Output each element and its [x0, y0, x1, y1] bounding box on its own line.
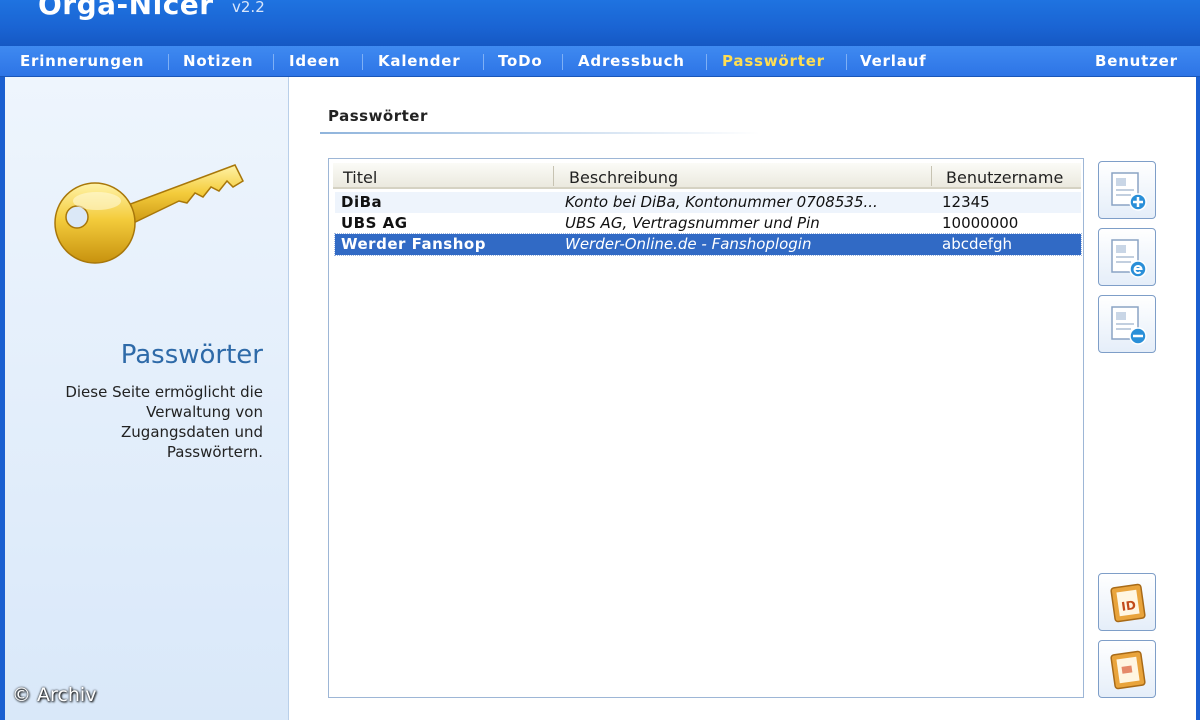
remove-entry-button[interactable]: [1098, 295, 1156, 353]
column-header-titel[interactable]: Titel: [343, 168, 377, 187]
cell-title: Werder Fanshop: [341, 235, 486, 253]
copyright-watermark: © Archiv: [12, 684, 97, 706]
add-entry-button[interactable]: [1098, 161, 1156, 219]
main-navigation: Erinnerungen Notizen Ideen Kalender ToDo…: [0, 46, 1200, 77]
cell-description: Konto bei DiBa, Kontonummer 0708535...: [565, 193, 878, 211]
add-entry-icon: [1111, 172, 1147, 211]
nav-item-verlauf[interactable]: Verlauf: [860, 52, 926, 70]
password-list[interactable]: Titel Beschreibung Benutzername DiBa Kon…: [328, 158, 1084, 698]
cell-title: DiBa: [341, 193, 383, 211]
cell-title: UBS AG: [341, 214, 408, 232]
nav-item-ideen[interactable]: Ideen: [289, 52, 340, 70]
cell-username: 12345: [942, 193, 990, 211]
cell-username: 10000000: [942, 214, 1019, 232]
list-row[interactable]: DiBa Konto bei DiBa, Kontonummer 0708535…: [335, 192, 1081, 213]
window-frame-right: [1196, 77, 1200, 720]
nav-item-passwoerter[interactable]: Passwörter: [722, 52, 825, 70]
title-divider: [320, 132, 760, 134]
id-badge-text: ID: [1121, 598, 1137, 614]
column-divider[interactable]: [553, 166, 554, 186]
id-card-icon: ID: [1110, 583, 1146, 623]
remove-entry-icon: [1111, 306, 1147, 345]
image-card-button[interactable]: [1098, 640, 1156, 698]
list-header: Titel Beschreibung Benutzername: [333, 163, 1081, 189]
column-header-benutzername[interactable]: Benutzername: [946, 168, 1063, 187]
cell-description: Werder-Online.de - Fanshoplogin: [565, 235, 812, 253]
cell-username: abcdefgh: [942, 235, 1013, 253]
id-card-button[interactable]: ID: [1098, 573, 1156, 631]
list-row[interactable]: UBS AG UBS AG, Vertragsnummer und Pin 10…: [335, 213, 1081, 234]
nav-separator: [362, 54, 363, 70]
column-divider[interactable]: [931, 166, 932, 186]
app-version: v2.2: [232, 0, 265, 16]
nav-separator: [483, 54, 484, 70]
cell-description: UBS AG, Vertragsnummer und Pin: [565, 214, 820, 232]
image-card-icon: [1110, 650, 1146, 690]
edit-entry-icon: [1111, 239, 1147, 278]
key-icon: [54, 164, 244, 264]
sidebar: Passwörter Diese Seite ermöglicht die Ve…: [5, 77, 289, 720]
page-title: Passwörter: [328, 107, 428, 125]
nav-item-benutzer[interactable]: Benutzer: [1095, 52, 1178, 70]
nav-item-erinnerungen[interactable]: Erinnerungen: [20, 52, 144, 70]
column-header-beschreibung[interactable]: Beschreibung: [569, 168, 678, 187]
nav-separator: [846, 54, 847, 70]
nav-item-todo[interactable]: ToDo: [498, 52, 543, 70]
sidebar-description: Diese Seite ermöglicht die Verwaltung vo…: [65, 383, 263, 461]
nav-separator: [706, 54, 707, 70]
nav-item-kalender[interactable]: Kalender: [378, 52, 460, 70]
app-title: Orga-Nicer: [38, 0, 214, 21]
title-bar: Orga-Nicer v2.2: [0, 0, 1200, 46]
nav-item-notizen[interactable]: Notizen: [183, 52, 253, 70]
list-row-selected[interactable]: Werder Fanshop Werder-Online.de - Fansho…: [334, 233, 1082, 256]
nav-item-adressbuch[interactable]: Adressbuch: [578, 52, 685, 70]
nav-separator: [168, 54, 169, 70]
nav-separator: [273, 54, 274, 70]
sidebar-heading: Passwörter: [120, 340, 263, 370]
edit-entry-button[interactable]: [1098, 228, 1156, 286]
nav-separator: [562, 54, 563, 70]
